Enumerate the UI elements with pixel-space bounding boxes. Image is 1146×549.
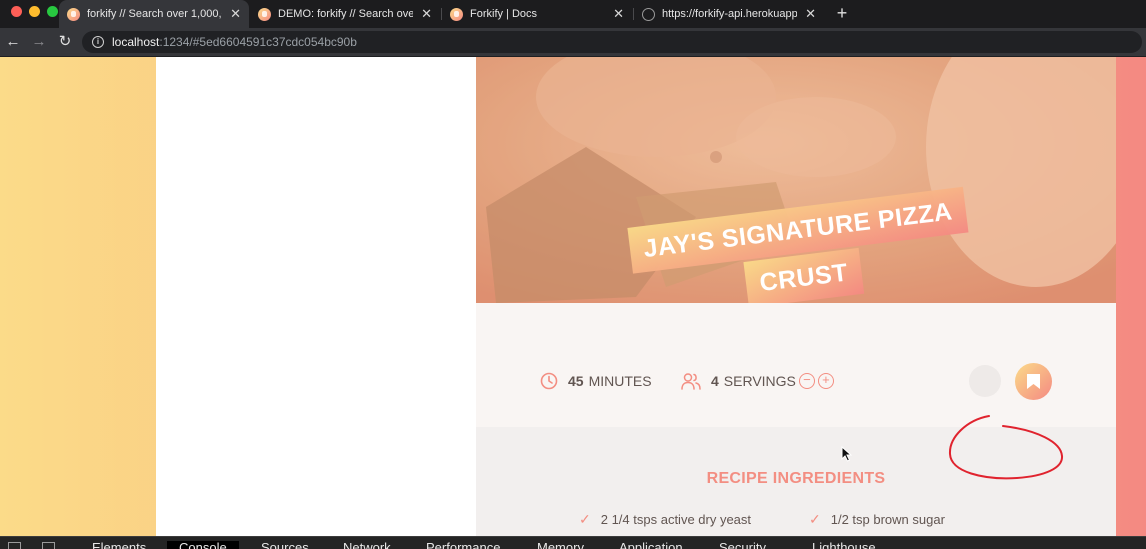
bookmark-button[interactable] — [1015, 363, 1052, 400]
site-info-icon[interactable]: i — [92, 36, 104, 48]
recipe-panel: JAY'S SIGNATURE PIZZA CRUST 45 MINUTES 4… — [476, 57, 1116, 536]
ingredient-item: ✓ 1/2 tsp brown sugar — [809, 511, 945, 528]
globe-icon — [642, 7, 655, 21]
reload-icon[interactable]: ↻ — [56, 33, 74, 51]
new-tab-button[interactable]: + — [833, 4, 851, 22]
devtools-tab-console[interactable]: Console — [167, 541, 239, 549]
forward-arrow-icon[interactable]: → — [30, 33, 48, 51]
browser-tab-api[interactable]: https://forkify-api.herokuapp.c ✕ — [634, 0, 824, 28]
ingredient-item: ✓ 2 1/4 tsps active dry yeast — [579, 511, 751, 528]
tab-title: https://forkify-api.herokuapp.c — [662, 8, 798, 20]
bookmark-icon — [1027, 374, 1040, 389]
inspect-element-icon[interactable] — [8, 542, 21, 549]
users-icon — [681, 373, 701, 390]
recipe-info-time: 45 MINUTES — [540, 372, 652, 390]
servings-value: 4 — [711, 373, 719, 389]
decrease-servings-button[interactable]: − — [798, 373, 815, 389]
cooking-time-value: 45 — [568, 373, 584, 389]
devtools-tab-performance[interactable]: Performance — [426, 541, 500, 549]
ingredient-text: 1/2 tsp brown sugar — [830, 512, 945, 527]
close-icon[interactable]: ✕ — [421, 6, 432, 22]
maximize-window-button[interactable] — [47, 6, 58, 17]
close-icon[interactable]: ✕ — [805, 6, 816, 22]
devtools-tab-application[interactable]: Application — [619, 541, 683, 549]
browser-tab-bar: forkify // Search over 1,000,000 ✕ DEMO:… — [0, 0, 1146, 28]
clock-icon — [540, 372, 558, 390]
recipe-info-servings: 4 SERVINGS − + — [681, 372, 834, 390]
check-icon: ✓ — [809, 511, 821, 527]
recipe-details: 45 MINUTES 4 SERVINGS − + — [476, 303, 1116, 427]
address-bar[interactable]: i localhost:1234/#5ed6604591c37cdc054bc9… — [82, 31, 1142, 53]
recipe-figure: JAY'S SIGNATURE PIZZA CRUST — [476, 57, 1116, 303]
devtools-panel: Elements Console Sources Network Perform… — [0, 536, 1146, 549]
browser-tab-docs[interactable]: Forkify | Docs ✕ — [442, 0, 632, 28]
mouse-cursor-icon — [841, 446, 852, 462]
user-generated-icon — [969, 365, 1001, 397]
increase-servings-button[interactable]: + — [817, 373, 834, 389]
browser-tab-forkify-search[interactable]: forkify // Search over 1,000,000 ✕ — [59, 0, 249, 28]
forkify-logo-icon — [258, 7, 271, 21]
devtools-tab-security[interactable]: Security — [719, 541, 766, 549]
recipe-ingredients-section: RECIPE INGREDIENTS ✓ 2 1/4 tsps active d… — [476, 427, 1116, 536]
devtools-tab-network[interactable]: Network — [343, 541, 391, 549]
url-host: localhost — [112, 35, 160, 49]
cooking-time-unit: MINUTES — [588, 373, 652, 389]
browser-tab-demo[interactable]: DEMO: forkify // Search over 1, ✕ — [250, 0, 440, 28]
ingredients-heading: RECIPE INGREDIENTS — [706, 470, 886, 487]
tab-title: forkify // Search over 1,000,000 — [87, 8, 222, 20]
forkify-logo-icon — [450, 7, 463, 21]
devtools-tab-memory[interactable]: Memory — [537, 541, 584, 549]
ingredient-text: 2 1/4 tsps active dry yeast — [600, 512, 752, 527]
servings-unit: SERVINGS — [723, 373, 796, 389]
devtools-tab-elements[interactable]: Elements — [92, 541, 146, 549]
close-icon[interactable]: ✕ — [230, 6, 241, 22]
check-icon: ✓ — [579, 511, 591, 527]
device-toolbar-icon[interactable] — [42, 542, 55, 549]
forkify-app-container: JAY'S SIGNATURE PIZZA CRUST 45 MINUTES 4… — [156, 57, 1116, 536]
forkify-logo-icon — [67, 7, 80, 21]
search-results-panel — [156, 57, 476, 536]
close-window-button[interactable] — [11, 6, 22, 17]
tab-title: Forkify | Docs — [470, 8, 538, 20]
devtools-tab-sources[interactable]: Sources — [261, 541, 309, 549]
page-viewport: JAY'S SIGNATURE PIZZA CRUST 45 MINUTES 4… — [0, 57, 1146, 536]
back-arrow-icon[interactable]: ← — [4, 33, 22, 51]
close-icon[interactable]: ✕ — [613, 6, 624, 22]
tab-title: DEMO: forkify // Search over 1, — [278, 8, 414, 20]
minimize-window-button[interactable] — [29, 6, 40, 17]
devtools-tab-lighthouse[interactable]: Lighthouse — [812, 541, 876, 549]
browser-toolbar: ← → ↻ i localhost:1234/#5ed6604591c37cdc… — [0, 28, 1146, 56]
url-path: :1234/#5ed6604591c37cdc054bc90b — [159, 35, 357, 49]
